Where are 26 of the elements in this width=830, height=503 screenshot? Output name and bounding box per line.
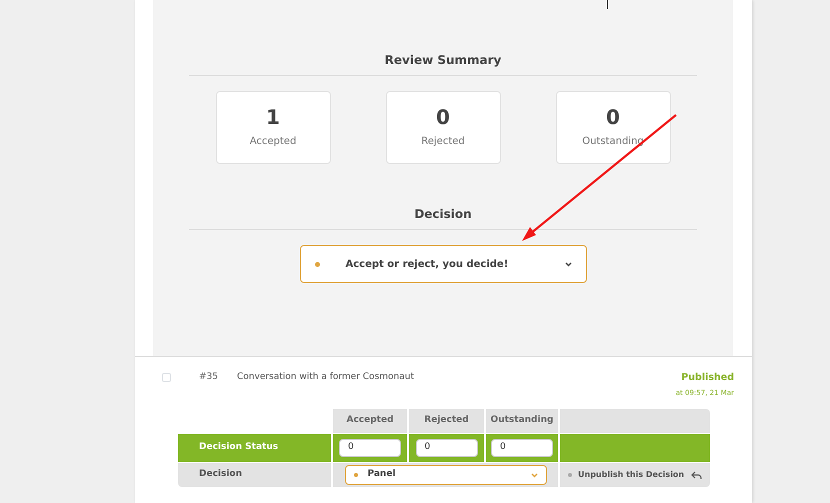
count-field[interactable]: 0 xyxy=(416,439,478,457)
row-label: Decision xyxy=(178,463,331,487)
stat-label: Rejected xyxy=(421,135,465,149)
submission-title[interactable]: Conversation with a former Cosmonaut xyxy=(237,371,414,409)
column-header: Outstanding xyxy=(486,409,558,433)
stat-value: 0 xyxy=(606,106,620,128)
count-field[interactable]: 0 xyxy=(491,439,553,457)
undo-icon[interactable] xyxy=(691,470,702,480)
stat-label: Accepted xyxy=(250,135,296,149)
chevron-down-icon xyxy=(530,472,538,478)
status-label: Published xyxy=(680,371,734,385)
column-header: Accepted xyxy=(333,409,407,433)
submission-number: #35 xyxy=(199,371,218,384)
row-checkbox[interactable] xyxy=(162,373,171,382)
section-heading: Review Summary xyxy=(189,51,697,76)
section-heading: Decision xyxy=(189,205,697,230)
text-cursor xyxy=(607,0,608,9)
stat-label: Outstanding xyxy=(582,135,644,149)
column-header: Rejected xyxy=(409,409,484,433)
count-field[interactable]: 0 xyxy=(339,439,401,457)
row-label: Decision Status xyxy=(178,434,331,462)
chevron-down-icon xyxy=(564,262,572,266)
stat-value: 0 xyxy=(436,106,450,128)
decision-dropdown[interactable]: Accept or reject, you decide! xyxy=(300,245,586,283)
decision-dropdown[interactable]: Panel xyxy=(344,465,546,485)
stat-value: 1 xyxy=(266,106,280,128)
